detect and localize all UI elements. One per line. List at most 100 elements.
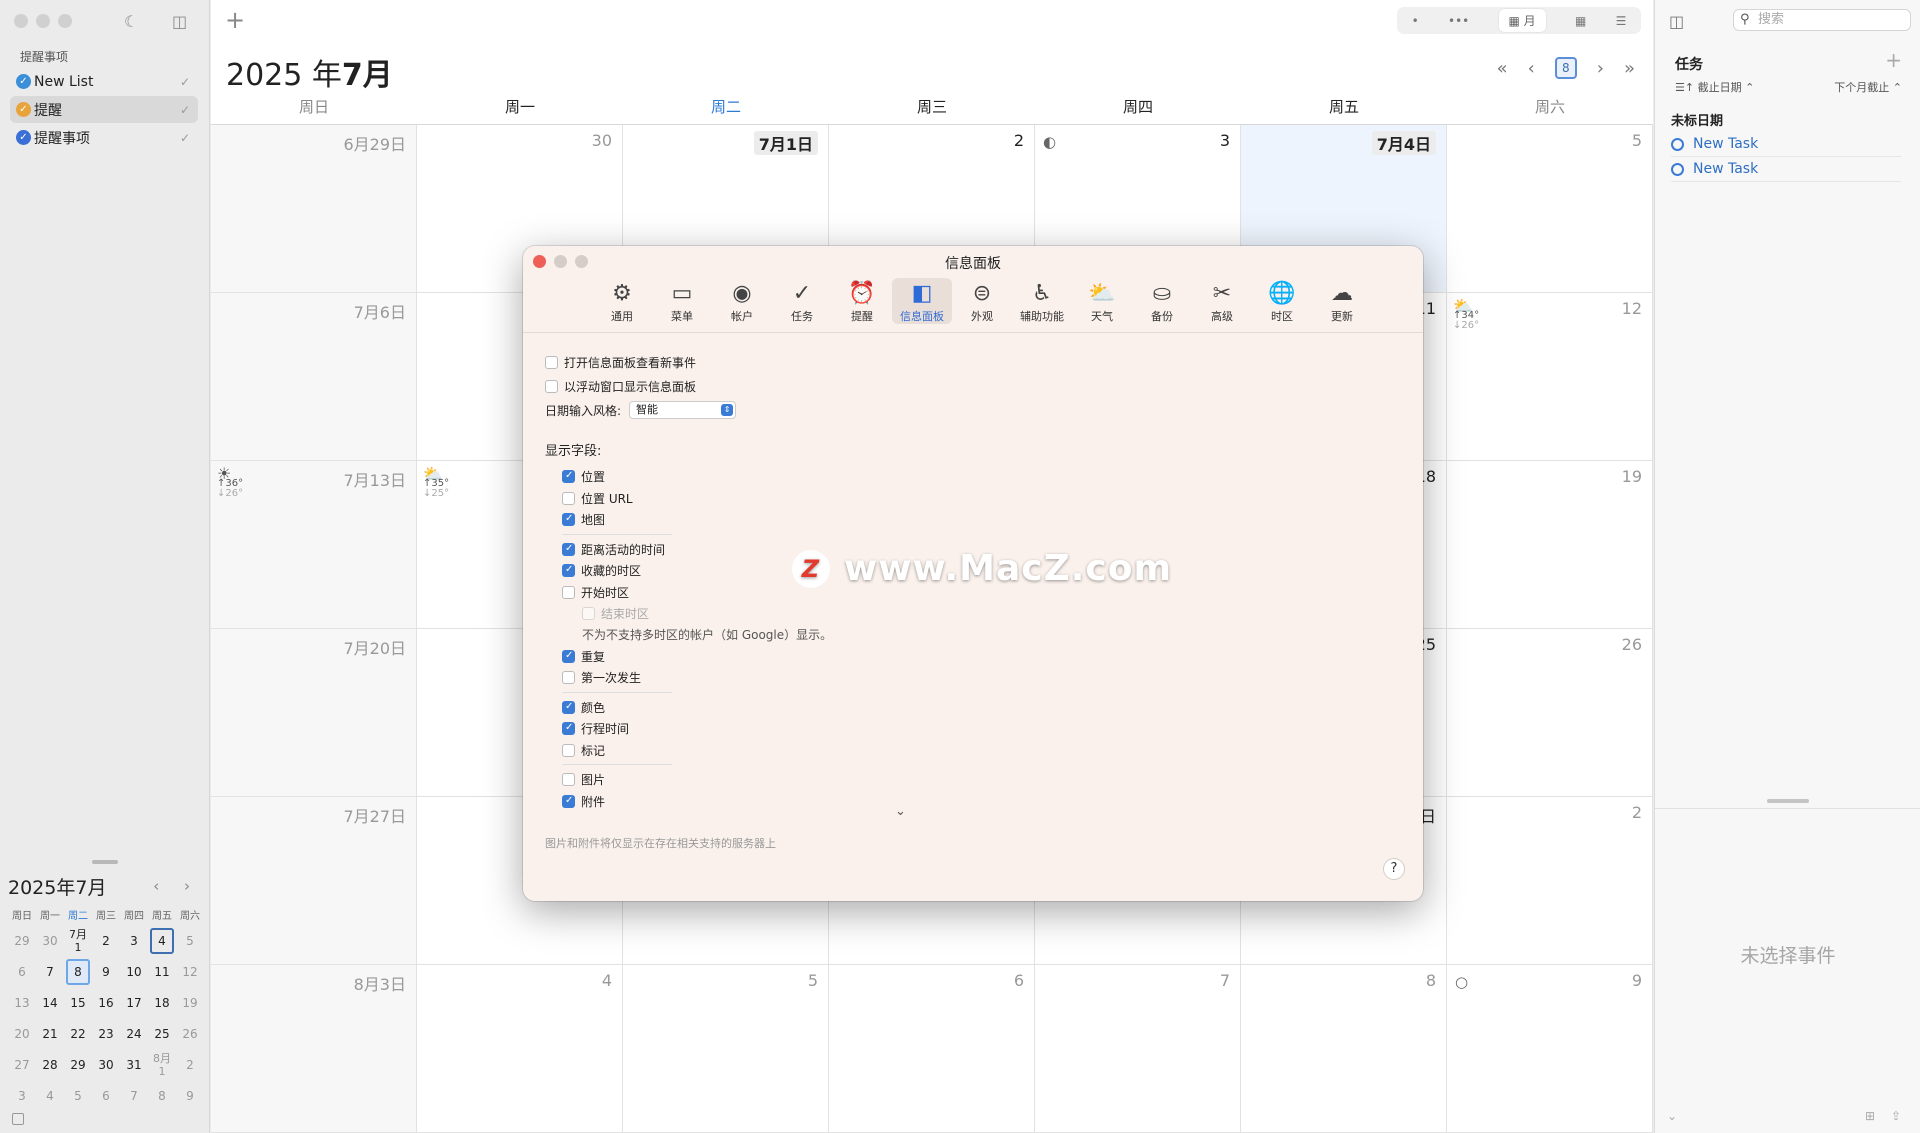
mini-day[interactable]: 3 <box>8 1081 36 1112</box>
mini-day[interactable]: 8 <box>64 957 92 988</box>
chevron-down-icon[interactable]: ⌄ <box>1667 1109 1677 1123</box>
field-option[interactable]: 颜色 <box>562 697 1405 719</box>
day-cell[interactable]: 5 <box>623 965 829 1133</box>
moon-icon[interactable]: ☾ <box>124 12 138 31</box>
field-checkbox[interactable] <box>562 700 575 714</box>
day-cell[interactable]: 8月3日 <box>211 965 417 1133</box>
day-cell[interactable]: 8 <box>1241 965 1447 1133</box>
share-icon[interactable]: ⇪ <box>1891 1109 1901 1123</box>
day-cell[interactable]: 19 <box>1447 461 1653 629</box>
field-option[interactable]: 标记 <box>562 740 1405 762</box>
tab-提醒[interactable]: ⏰ 提醒 <box>832 278 892 324</box>
view-option[interactable]: ▦ <box>1575 14 1586 28</box>
field-checkbox[interactable] <box>562 743 575 757</box>
mini-calendar-nav[interactable]: ‹ › <box>153 877 200 895</box>
day-cell[interactable]: 7月20日 <box>211 629 417 797</box>
view-option[interactable]: ••• <box>1448 14 1469 28</box>
date-style-select[interactable]: 智能 ⇕ <box>629 401 737 419</box>
mini-day[interactable]: 29 <box>8 926 36 957</box>
zoom-window-button[interactable] <box>58 14 72 28</box>
sidebar-list-item[interactable]: ✓ New List ✓ <box>10 68 198 95</box>
search-input[interactable]: ⚲ 搜索 <box>1733 9 1911 31</box>
mini-day[interactable]: 2 <box>176 1050 204 1081</box>
filter-due-next-month[interactable]: 下个月截止 ⌃ <box>1834 79 1902 95</box>
tab-高级[interactable]: ✂ 高级 <box>1192 278 1252 324</box>
next-year-icon[interactable]: » <box>1624 58 1635 79</box>
view-option[interactable]: • <box>1412 14 1419 28</box>
day-cell[interactable]: 7 <box>1035 965 1241 1133</box>
resize-handle[interactable] <box>92 860 118 864</box>
mini-day[interactable]: 22 <box>64 1019 92 1050</box>
tab-信息面板[interactable]: ◧ 信息面板 <box>892 278 952 324</box>
mini-day[interactable]: 19 <box>176 988 204 1019</box>
task-item[interactable]: New Task <box>1671 157 1901 182</box>
mini-day[interactable]: 8月 1 <box>148 1050 176 1081</box>
prev-year-icon[interactable]: « <box>1497 58 1508 79</box>
mini-day[interactable]: 12 <box>176 957 204 988</box>
field-checkbox[interactable] <box>562 470 575 484</box>
window-controls[interactable] <box>14 14 72 28</box>
mini-day[interactable]: 30 <box>36 926 64 957</box>
day-cell[interactable]: 7月6日 <box>211 293 417 461</box>
mini-day[interactable]: 31 <box>120 1050 148 1081</box>
mini-day[interactable]: 29 <box>64 1050 92 1081</box>
field-checkbox[interactable] <box>562 585 575 599</box>
mini-day[interactable]: 30 <box>92 1050 120 1081</box>
field-option[interactable]: 第一次发生 <box>562 667 1405 689</box>
task-item[interactable]: New Task <box>1671 132 1901 157</box>
view-switcher[interactable]: • ••• ▦ 月 ▦ ☰ <box>1397 7 1641 34</box>
field-option[interactable]: 地图 <box>562 509 1405 531</box>
open-panel-option[interactable]: 打开信息面板查看新事件 <box>545 350 1405 374</box>
view-option[interactable]: ▦ 月 <box>1498 9 1546 32</box>
day-cell[interactable]: 4 <box>417 965 623 1133</box>
floating-window-option[interactable]: 以浮动窗口显示信息面板 <box>545 374 1405 398</box>
field-checkbox[interactable] <box>562 671 575 685</box>
mini-day[interactable]: 28 <box>36 1050 64 1081</box>
sidebar-toggle-icon[interactable]: ◫ <box>172 12 187 31</box>
day-cell[interactable]: 2 <box>1447 797 1653 965</box>
new-window-icon[interactable]: ⊞ <box>1865 1109 1875 1123</box>
mini-day[interactable]: 21 <box>36 1019 64 1050</box>
mini-day[interactable]: 14 <box>36 988 64 1019</box>
minimize-window-button[interactable] <box>36 14 50 28</box>
mini-day[interactable]: 7 <box>36 957 64 988</box>
mini-day[interactable]: 27 <box>8 1050 36 1081</box>
tab-外观[interactable]: ⊜ 外观 <box>952 278 1012 324</box>
field-option[interactable]: 位置 URL <box>562 488 1405 510</box>
help-button[interactable]: ? <box>1383 858 1405 880</box>
mini-day[interactable]: 6 <box>8 957 36 988</box>
tab-更新[interactable]: ☁ 更新 <box>1312 278 1372 324</box>
field-checkbox[interactable] <box>562 491 575 505</box>
tab-任务[interactable]: ✓ 任务 <box>772 278 832 324</box>
task-complete-circle-icon[interactable] <box>1671 162 1684 176</box>
mini-day[interactable]: 7 <box>120 1081 148 1112</box>
field-checkbox[interactable] <box>562 773 575 787</box>
tab-辅助功能[interactable]: ♿ 辅助功能 <box>1012 278 1072 324</box>
field-checkbox[interactable] <box>562 649 575 663</box>
field-option[interactable]: 行程时间 <box>562 718 1405 740</box>
field-checkbox[interactable] <box>562 564 575 578</box>
sidebar-list-item[interactable]: ✓ 提醒事项 ✓ <box>10 124 198 151</box>
mini-day[interactable]: 15 <box>64 988 92 1019</box>
scroll-more-icon[interactable]: ⌄ <box>895 804 906 819</box>
sidebar-list-item[interactable]: ✓ 提醒 ✓ <box>10 96 198 123</box>
day-cell[interactable]: 9 <box>1447 965 1653 1133</box>
day-cell[interactable]: 7月27日 <box>211 797 417 965</box>
add-task-button[interactable]: + <box>1885 48 1902 72</box>
tab-帐户[interactable]: ◉ 帐户 <box>712 278 772 324</box>
mini-day[interactable]: 8 <box>148 1081 176 1112</box>
day-cell[interactable]: 26 <box>1447 629 1653 797</box>
today-button[interactable]: 8 <box>1554 57 1577 79</box>
field-checkbox[interactable] <box>562 722 575 736</box>
mini-day[interactable]: 18 <box>148 988 176 1019</box>
tab-时区[interactable]: 🌐 时区 <box>1252 278 1312 324</box>
mini-day[interactable]: 26 <box>176 1019 204 1050</box>
tab-天气[interactable]: ⛅ 天气 <box>1072 278 1132 324</box>
task-complete-circle-icon[interactable] <box>1671 137 1684 151</box>
mini-day[interactable]: 7月 1 <box>64 926 92 957</box>
mini-day[interactable]: 3 <box>120 926 148 957</box>
tab-通用[interactable]: ⚙ 通用 <box>592 278 652 324</box>
tab-备份[interactable]: ⛀ 备份 <box>1132 278 1192 324</box>
mini-day[interactable]: 11 <box>148 957 176 988</box>
field-option[interactable]: 位置 <box>562 466 1405 488</box>
